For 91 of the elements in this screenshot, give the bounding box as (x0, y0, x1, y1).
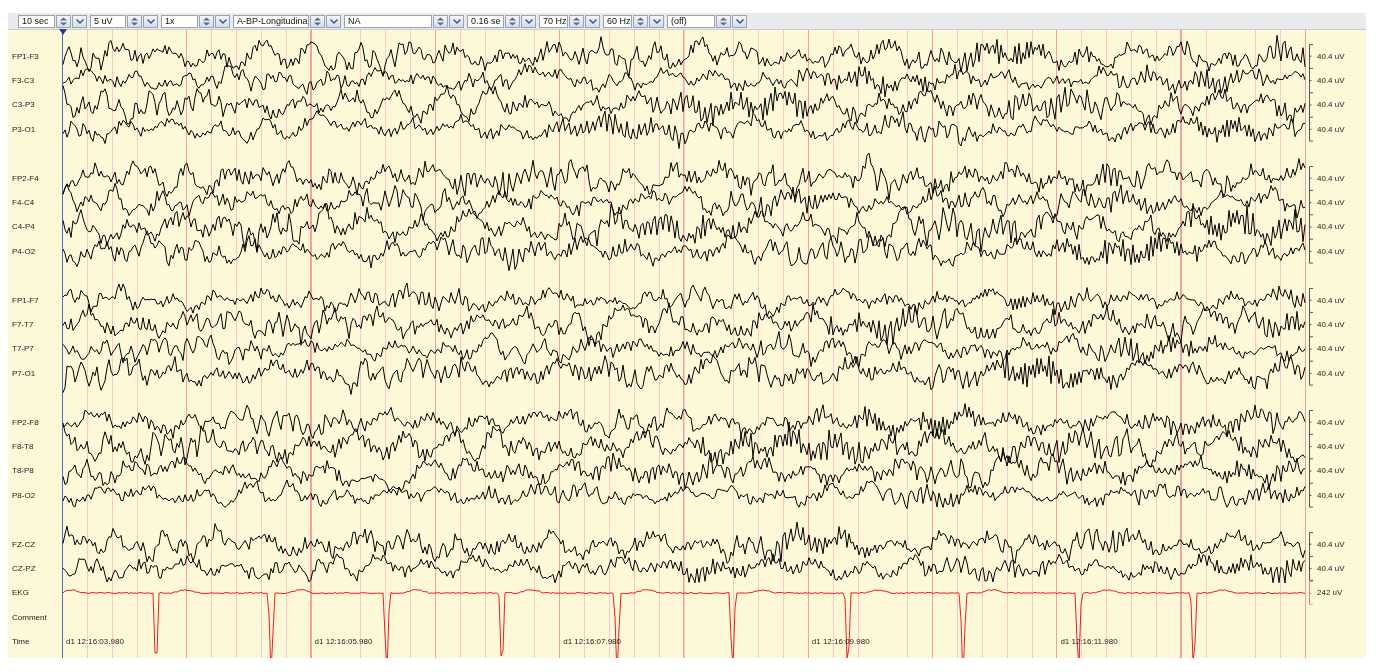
dropdown-button[interactable] (449, 14, 464, 28)
spin-button[interactable] (310, 14, 325, 28)
dropdown-button[interactable] (649, 14, 664, 28)
caret-icon (75, 18, 84, 24)
dropdown-button[interactable] (326, 14, 341, 28)
channel-label: C3-P3 (11, 100, 35, 110)
scale-label: 40.4 uV (1316, 173, 1345, 183)
time-label: d1 12:16:05.980 (314, 637, 373, 647)
scale-label: 40.4 uV (1316, 344, 1345, 354)
scale-label: 40.4 uV (1316, 246, 1345, 256)
spinner-icon (436, 16, 445, 26)
spinner-icon (508, 16, 517, 26)
channel-label: P3-O1 (11, 124, 36, 134)
setting-field[interactable]: 0.16 se (467, 14, 504, 28)
spin-button[interactable] (569, 14, 584, 28)
channel-label: T7-P7 (11, 344, 34, 354)
scale-label: 40.4 uV (1316, 320, 1345, 330)
scale-label: 40.4 uV (1316, 222, 1345, 232)
spinner-icon (572, 16, 581, 26)
spin-button[interactable] (505, 14, 520, 28)
caret-icon (588, 18, 597, 24)
spin-button[interactable] (716, 14, 731, 28)
dropdown-button[interactable] (732, 14, 747, 28)
setting-field[interactable]: (off) (667, 14, 715, 28)
setting-field[interactable]: A-BP-Longitudina (233, 14, 309, 28)
spin-button[interactable] (633, 14, 648, 28)
channel-label: Time (11, 637, 30, 647)
scale-bracket-icon (1309, 409, 1314, 508)
scale-label: 40.4 uV (1316, 295, 1345, 305)
scale-label: 40.4 uV (1316, 466, 1345, 476)
scale-label: 40.4 uV (1316, 417, 1345, 427)
caret-icon (524, 18, 533, 24)
scale-bracket-icon (1309, 287, 1314, 386)
caret-icon (146, 18, 155, 24)
channel-label: C4-P4 (11, 222, 35, 232)
scale-bracket-icon (1309, 44, 1314, 142)
spin-button[interactable] (56, 14, 71, 28)
channel-label: FZ-CZ (11, 539, 36, 549)
channel-label: Comment (11, 612, 47, 622)
spinner-icon (636, 16, 645, 26)
setting-field[interactable]: 60 Hz (603, 14, 632, 28)
scale-label: 242 uV (1316, 588, 1343, 598)
channel-label: P4-O2 (11, 246, 36, 256)
dropdown-button[interactable] (215, 14, 230, 28)
channel-label: F7-T7 (11, 320, 34, 329)
scale-label: 40.4 uV (1316, 124, 1345, 134)
channel-label: F4-C4 (11, 198, 35, 208)
scale-bracket-icon (1309, 166, 1314, 264)
spinner-icon (59, 16, 68, 26)
setting-field[interactable]: NA (344, 14, 432, 28)
spin-button[interactable] (433, 14, 448, 28)
scale-label: 40.4 uV (1316, 490, 1345, 500)
time-label: d1 12:16:03.980 (66, 637, 124, 647)
channel-label: F3-C3 (11, 76, 35, 86)
dropdown-button[interactable] (585, 14, 600, 28)
scale-label: 40.4 uV (1316, 100, 1345, 110)
spin-button[interactable] (127, 14, 142, 28)
setting-field[interactable]: 5 uV (90, 14, 126, 28)
channel-label: EKG (11, 588, 29, 598)
dropdown-button[interactable] (521, 14, 536, 28)
channel-label: T8-P8 (11, 466, 34, 476)
caret-icon (452, 18, 461, 24)
caret-icon (735, 18, 744, 24)
setting-field[interactable]: 1x (161, 14, 198, 28)
scale-label: 40.4 uV (1316, 368, 1345, 378)
setting-field[interactable]: 70 Hz (539, 14, 568, 28)
channel-label: P7-O1 (11, 368, 36, 378)
spinner-icon (719, 16, 728, 26)
setting-field[interactable]: 10 sec (18, 14, 55, 28)
spinner-icon (313, 16, 322, 26)
dropdown-button[interactable] (72, 14, 87, 28)
caret-icon (329, 18, 338, 24)
channel-label: CZ-PZ (11, 563, 36, 573)
channel-label: FP2-F4 (11, 173, 39, 183)
scale-label: 40.4 uV (1316, 564, 1345, 573)
scale-label: 40.4 uV (1316, 442, 1345, 452)
channel-label: FP1-F3 (11, 51, 39, 61)
spinner-icon (130, 16, 139, 26)
channel-label: P8-O2 (11, 490, 36, 500)
dropdown-button[interactable] (143, 14, 158, 28)
scale-label: 40.4 uV (1316, 51, 1345, 61)
channel-label: FP1-F7 (11, 295, 39, 305)
scale-label: 40.4 uV (1316, 539, 1345, 549)
caret-icon (652, 18, 661, 24)
scale-label: 40.4 uV (1316, 76, 1345, 86)
spin-button[interactable] (199, 14, 214, 28)
caret-icon (218, 18, 227, 24)
scale-label: 40.4 uV (1316, 198, 1345, 208)
channel-label: FP2-F8 (11, 417, 39, 427)
spinner-icon (202, 16, 211, 26)
channel-label: F8-T8 (11, 441, 34, 451)
